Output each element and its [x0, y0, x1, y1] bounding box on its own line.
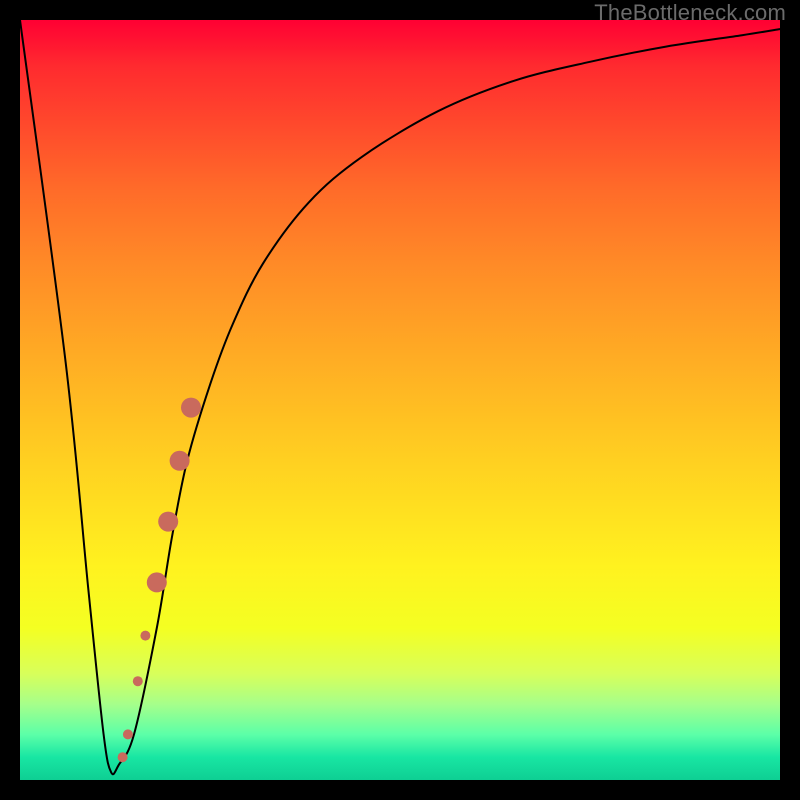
data-marker	[133, 676, 143, 686]
data-marker	[123, 729, 133, 739]
data-marker	[118, 752, 128, 762]
data-marker	[140, 631, 150, 641]
data-marker	[158, 512, 178, 532]
curve-layer	[20, 20, 780, 780]
bottleneck-curve	[20, 20, 780, 774]
data-marker	[181, 398, 201, 418]
data-marker	[170, 451, 190, 471]
plot-area	[20, 20, 780, 780]
chart-frame: TheBottleneck.com	[0, 0, 800, 800]
data-marker	[147, 572, 167, 592]
